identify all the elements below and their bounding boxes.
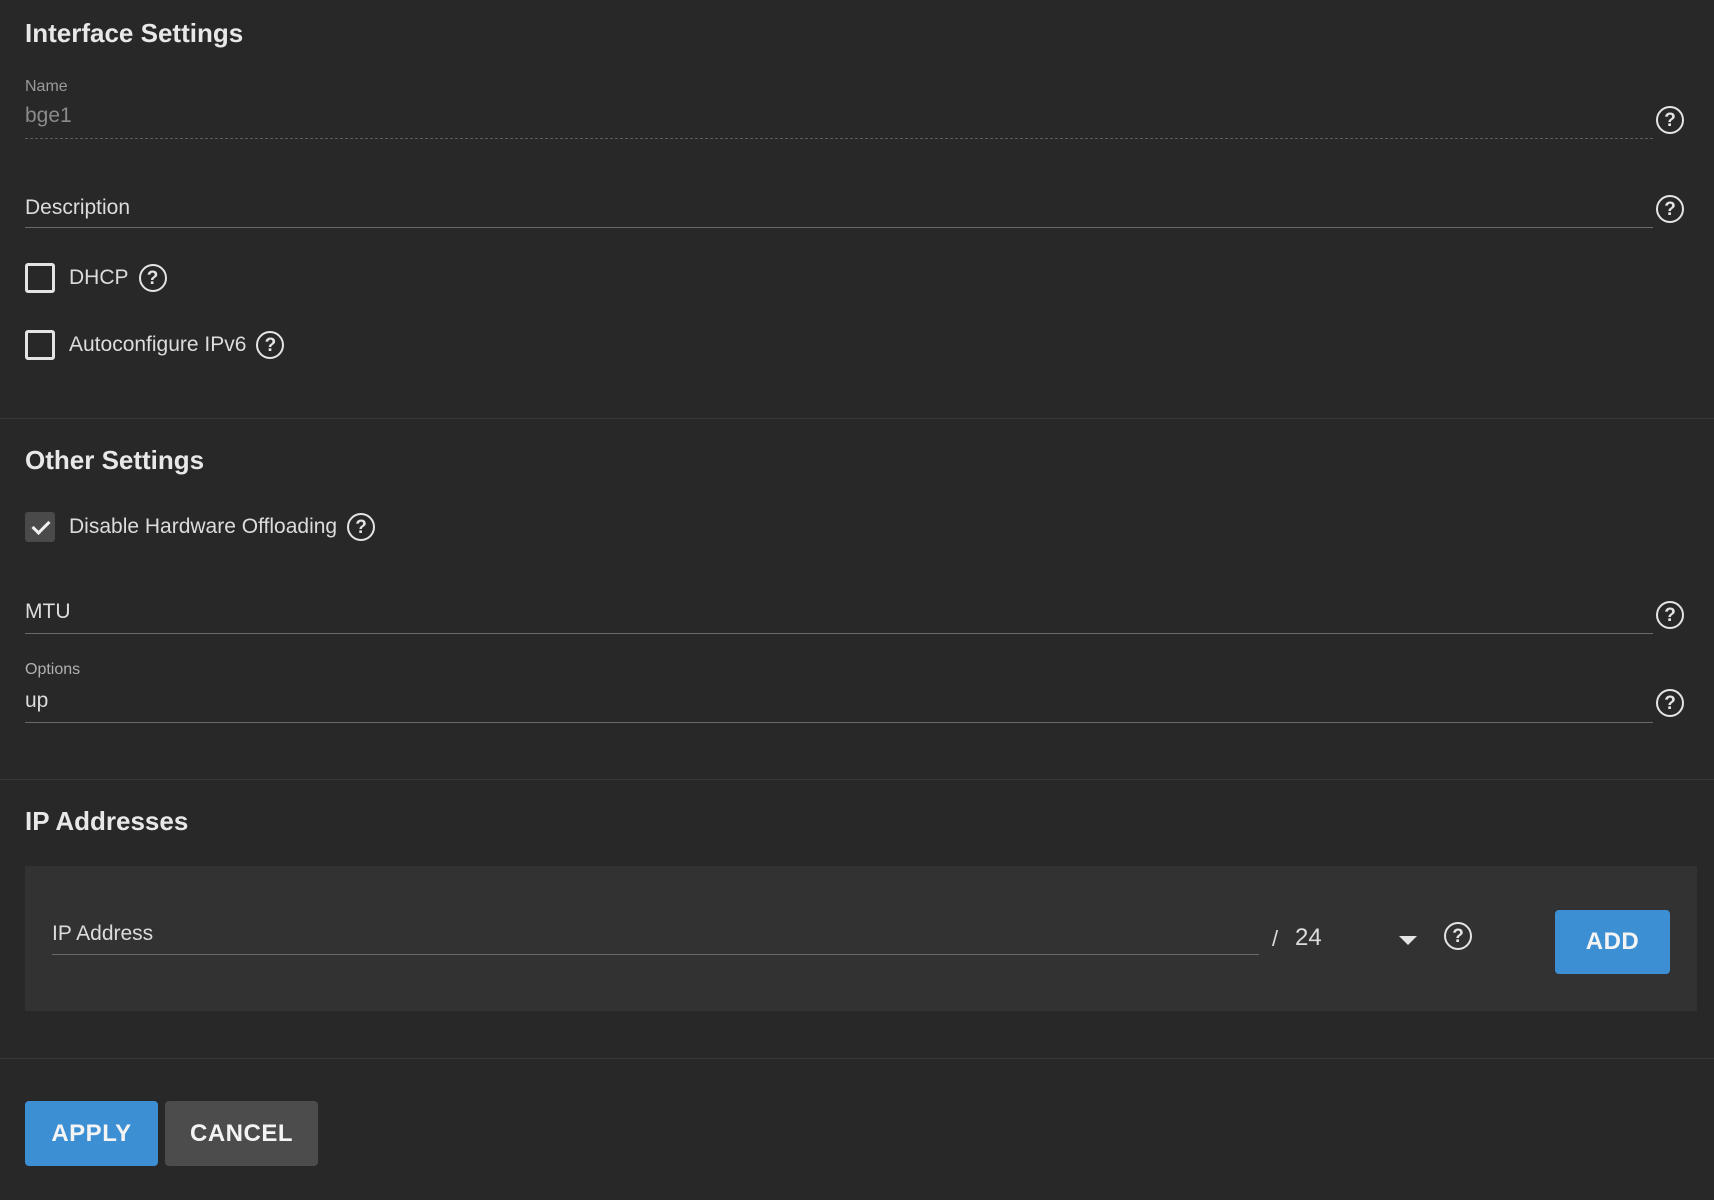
mtu-field[interactable]: MTU <box>25 600 1653 636</box>
ip-addresses-title: IP Addresses <box>25 806 189 836</box>
section-divider <box>0 779 1714 780</box>
autoconfig-ipv6-row: Autoconfigure IPv6 ? <box>25 329 285 361</box>
disable-offload-row: Disable Hardware Offloading ? <box>25 511 376 543</box>
section-divider <box>0 1058 1714 1059</box>
description-field-label: Description <box>25 196 131 219</box>
options-field-value: up <box>25 689 49 712</box>
name-field-underline <box>25 138 1653 140</box>
disable-offload-help-icon[interactable]: ? <box>347 513 376 541</box>
name-help-icon[interactable]: ? <box>1656 106 1684 134</box>
autoconfig-ipv6-checkbox[interactable] <box>25 330 55 360</box>
disable-offload-checkbox[interactable] <box>25 512 55 542</box>
disable-offload-label: Disable Hardware Offloading <box>69 515 338 538</box>
description-help-icon[interactable]: ? <box>1656 195 1684 223</box>
ip-address-panel: IP Address / 24 ? ADD <box>25 866 1697 1011</box>
dhcp-label: DHCP <box>69 266 129 289</box>
other-settings-title: Other Settings <box>25 445 205 475</box>
options-field-label: Options <box>25 661 81 678</box>
cidr-separator: / <box>1272 926 1279 951</box>
autoconfig-ipv6-help-icon[interactable]: ? <box>256 331 285 359</box>
add-button[interactable]: ADD <box>1555 910 1670 974</box>
cidr-select[interactable]: 24 <box>1295 924 1322 952</box>
dhcp-help-icon[interactable]: ? <box>138 264 167 292</box>
name-field[interactable]: Name bge1 <box>25 78 1653 140</box>
mtu-help-icon[interactable]: ? <box>1656 601 1684 629</box>
dhcp-row: DHCP ? <box>25 262 167 294</box>
caret-down-icon[interactable] <box>1399 936 1417 945</box>
description-field-underline <box>25 227 1653 228</box>
mtu-field-label: MTU <box>25 600 71 623</box>
options-help-icon[interactable]: ? <box>1656 689 1684 717</box>
section-divider <box>0 418 1714 419</box>
interface-settings-title: Interface Settings <box>25 18 244 48</box>
mtu-field-underline <box>25 633 1653 634</box>
name-field-label: Name <box>25 78 68 95</box>
autoconfig-ipv6-label: Autoconfigure IPv6 <box>69 333 247 356</box>
ip-address-underline <box>52 954 1259 955</box>
ip-address-input[interactable]: IP Address <box>52 922 153 946</box>
description-field[interactable]: Description <box>25 194 1653 230</box>
apply-button[interactable]: APPLY <box>25 1101 158 1166</box>
options-field-underline <box>25 722 1653 723</box>
cancel-button[interactable]: CANCEL <box>165 1101 318 1166</box>
options-field[interactable]: Options up <box>25 661 1653 725</box>
name-field-value: bge1 <box>25 104 72 127</box>
dhcp-checkbox[interactable] <box>25 263 55 293</box>
ip-address-help-icon[interactable]: ? <box>1444 922 1472 950</box>
